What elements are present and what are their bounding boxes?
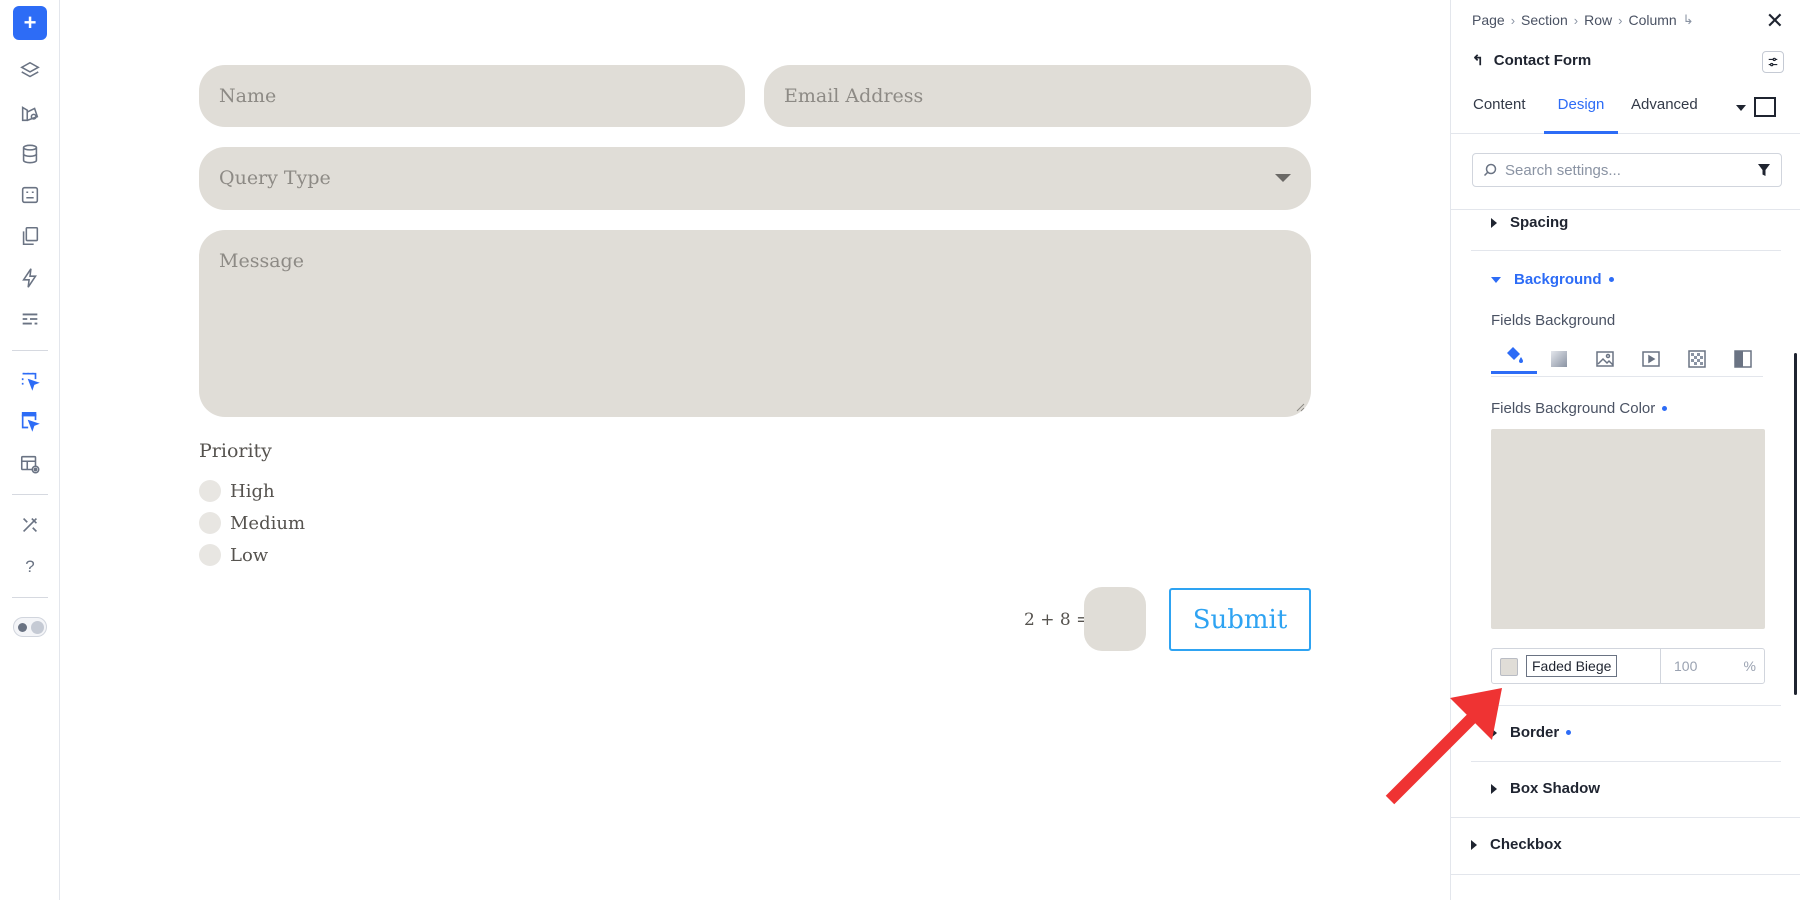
chevron-down-icon	[1275, 174, 1291, 182]
filter-icon[interactable]	[1757, 163, 1771, 177]
section-checkbox[interactable]: Checkbox	[1471, 836, 1562, 853]
priority-label: Priority	[199, 440, 272, 462]
panel-options-icon[interactable]	[1762, 51, 1784, 73]
radio-button[interactable]	[199, 480, 221, 502]
resize-grip-icon[interactable]	[1295, 402, 1305, 412]
tab-design[interactable]: Design	[1544, 96, 1618, 134]
gradient-icon[interactable]	[1547, 347, 1571, 371]
template-preview-icon[interactable]	[13, 447, 47, 481]
paint-bucket-icon[interactable]	[1491, 343, 1537, 374]
pages-icon[interactable]	[13, 219, 47, 253]
radio-option-low[interactable]: Low	[199, 542, 268, 568]
mask-icon[interactable]	[1731, 347, 1755, 371]
back-icon[interactable]: ↰	[1472, 52, 1484, 69]
database-icon[interactable]	[13, 137, 47, 171]
form-icon[interactable]	[13, 178, 47, 212]
left-toolbar: + ?	[0, 0, 60, 900]
color-name-field[interactable]: Faded Biege	[1526, 655, 1618, 677]
name-field[interactable]: Name	[199, 65, 745, 127]
radio-label: Low	[230, 544, 269, 566]
fields-background-label: Fields Background	[1491, 312, 1616, 329]
close-icon[interactable]: ✕	[1766, 8, 1784, 34]
layers-icon[interactable]	[13, 54, 47, 88]
search-placeholder: Search settings...	[1505, 162, 1621, 179]
radio-label: Medium	[230, 512, 306, 534]
select-element-icon[interactable]	[13, 364, 47, 398]
section-background-label: Background	[1514, 271, 1602, 288]
list-icon[interactable]	[13, 302, 47, 336]
panel-scrollbar[interactable]	[1794, 353, 1797, 695]
section-background[interactable]: Background	[1491, 271, 1614, 288]
message-textarea[interactable]: Message	[199, 230, 1311, 417]
section-spacing-label: Spacing	[1510, 214, 1569, 231]
section-checkbox-label: Checkbox	[1490, 836, 1562, 853]
select-element-alt-icon[interactable]	[13, 405, 47, 439]
fields-background-color-text: Fields Background Color	[1491, 400, 1656, 417]
theme-toggle-icon[interactable]	[13, 617, 47, 637]
caret-right-icon	[1491, 217, 1497, 228]
settings-tabs: Content Design Advanced	[1451, 90, 1800, 134]
name-placeholder: Name	[219, 85, 277, 107]
query-type-select[interactable]: Query Type	[199, 147, 1311, 210]
video-icon[interactable]	[1639, 347, 1663, 371]
annotation-arrow-icon	[1385, 688, 1502, 805]
background-type-tabs	[1491, 343, 1763, 377]
tab-advanced[interactable]: Advanced	[1631, 96, 1698, 134]
radio-option-high[interactable]: High	[199, 478, 275, 504]
breadcrumb-section[interactable]: Section	[1521, 12, 1568, 28]
section-spacing[interactable]: Spacing	[1491, 214, 1568, 231]
email-placeholder: Email Address	[784, 85, 924, 107]
breadcrumb: Page › Section › Row › Column ↳	[1472, 12, 1694, 28]
opacity-value[interactable]: 100	[1674, 658, 1697, 674]
breadcrumb-row[interactable]: Row	[1584, 12, 1612, 28]
caret-right-icon	[1471, 839, 1477, 850]
view-mode-icon[interactable]	[1754, 97, 1776, 117]
search-settings-input[interactable]: Search settings...	[1472, 153, 1782, 187]
breadcrumb-column[interactable]: Column	[1628, 12, 1676, 28]
modified-dot	[1566, 730, 1572, 735]
pattern-icon[interactable]	[1685, 347, 1709, 371]
search-icon	[1483, 163, 1497, 177]
module-title: Contact Form	[1493, 52, 1592, 69]
captcha-input[interactable]	[1084, 587, 1146, 651]
query-type-placeholder: Query Type	[219, 167, 331, 189]
theme-builder-icon[interactable]	[13, 96, 47, 130]
help-icon[interactable]: ?	[13, 550, 47, 584]
image-icon[interactable]	[1593, 347, 1617, 371]
chevron-right-icon: ›	[1510, 12, 1516, 28]
breadcrumb-page[interactable]: Page	[1472, 12, 1505, 28]
email-field[interactable]: Email Address	[764, 65, 1311, 127]
caret-down-icon	[1491, 276, 1501, 283]
color-preview-swatch[interactable]	[1491, 429, 1765, 629]
lightning-icon[interactable]	[13, 261, 47, 295]
radio-option-medium[interactable]: Medium	[199, 510, 305, 536]
radio-button[interactable]	[199, 544, 221, 566]
modified-dot	[1662, 406, 1668, 411]
chevron-right-icon: ›	[1573, 12, 1579, 28]
opacity-unit: %	[1743, 658, 1756, 674]
color-value-input[interactable]: Faded Biege 100 %	[1491, 648, 1765, 684]
modified-dot	[1608, 277, 1614, 282]
caret-down-icon[interactable]	[1736, 105, 1746, 111]
fields-background-color-label: Fields Background Color	[1491, 400, 1668, 417]
module-title-row: ↰ Contact Form	[1472, 52, 1591, 69]
captcha-question: 2 + 8 =	[1024, 610, 1091, 630]
message-placeholder: Message	[219, 250, 304, 272]
tab-content[interactable]: Content	[1473, 96, 1526, 134]
color-chip[interactable]	[1500, 658, 1518, 676]
child-arrow-icon: ↳	[1682, 12, 1694, 27]
tools-icon[interactable]	[13, 508, 47, 542]
add-icon[interactable]: +	[13, 6, 47, 40]
submit-button[interactable]: Submit	[1169, 588, 1311, 651]
chevron-right-icon: ›	[1618, 12, 1623, 28]
section-box-shadow-label: Box Shadow	[1510, 780, 1601, 797]
radio-button[interactable]	[199, 512, 221, 534]
radio-label: High	[230, 480, 275, 502]
